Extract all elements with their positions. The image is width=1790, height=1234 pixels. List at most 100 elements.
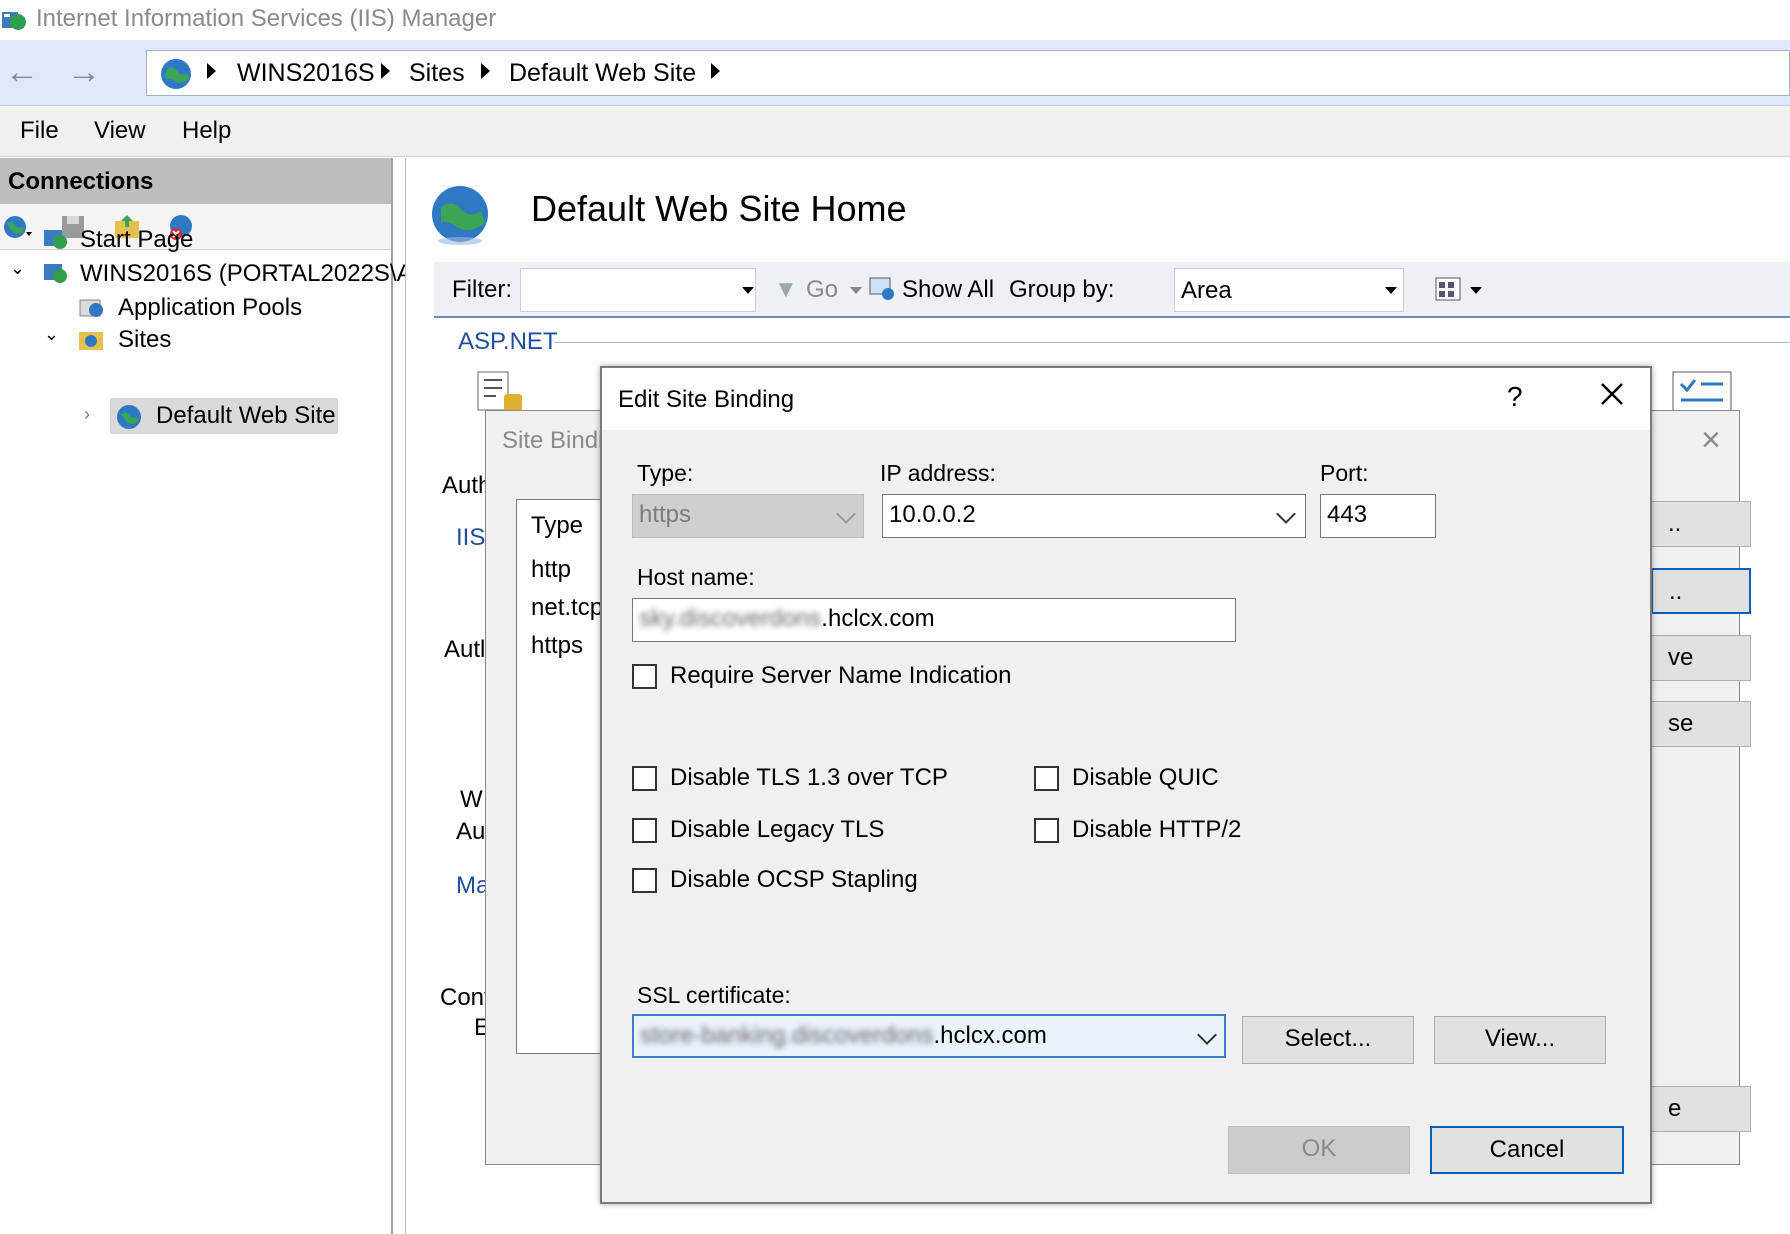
ssl-certificate-select[interactable]: store-banking.discoverdons.hclcx.com [632, 1014, 1226, 1058]
start-page-icon [44, 230, 67, 249]
tree-item-default-web-site[interactable]: Default Web Site [156, 402, 336, 430]
button-label-fragment: e [1668, 1095, 1682, 1122]
chevron-down-icon [1276, 504, 1296, 524]
menu-help[interactable]: Help [182, 117, 231, 145]
dropdown-arrow-icon[interactable] [1470, 287, 1482, 294]
breadcrumb-sites[interactable]: Sites [409, 59, 465, 88]
arrow-right-icon: → [67, 53, 101, 91]
disable-tls13-label[interactable]: Disable TLS 1.3 over TCP [670, 764, 948, 792]
redacted-text: store-banking.discoverdons [640, 1022, 934, 1049]
port-label: Port: [1320, 460, 1369, 486]
close-icon[interactable] [1592, 374, 1632, 414]
edit-button[interactable]: .. [1651, 568, 1751, 614]
dialog-title: Edit Site Binding [618, 386, 795, 413]
require-sni-label[interactable]: Require Server Name Indication [670, 662, 1012, 690]
view-icon[interactable] [1434, 274, 1464, 304]
filter-label: Filter: [452, 276, 512, 303]
type-label: Type: [637, 460, 694, 486]
button-label-fragment: ve [1668, 644, 1694, 671]
ssl-certificate-label: SSL certificate: [637, 982, 791, 1008]
breadcrumb-server[interactable]: WINS2016S [237, 59, 375, 88]
add-button[interactable]: .. [1651, 501, 1751, 547]
breadcrumb-default-web-site[interactable]: Default Web Site [509, 59, 696, 88]
feature-label-fragment: Autl [444, 636, 486, 663]
connect-icon[interactable] [2, 212, 32, 242]
help-icon[interactable]: ? [1507, 381, 1523, 413]
title-bar: Internet Information Services (IIS) Mana… [0, 0, 1790, 40]
list-item[interactable]: http [531, 556, 571, 584]
edit-site-binding-dialog: Edit Site Binding ? Type: https IP addre… [600, 366, 1652, 1204]
browse-button[interactable]: se [1651, 701, 1751, 747]
forward-button[interactable]: → [62, 52, 106, 96]
remove-button[interactable]: ve [1651, 635, 1751, 681]
list-item[interactable]: net.tcp [531, 594, 603, 622]
group-by-select[interactable]: Area [1174, 268, 1404, 312]
redacted-text: sky.discoverdons [639, 605, 822, 632]
funnel-icon: ▼ [774, 276, 798, 303]
type-select[interactable]: https [632, 494, 864, 538]
menu-file[interactable]: File [20, 117, 59, 145]
breadcrumb-separator[interactable] [207, 63, 216, 79]
ip-address-select[interactable]: 10.0.0.2 [882, 494, 1306, 538]
show-all-button[interactable]: Show All [902, 276, 994, 304]
breadcrumb[interactable]: WINS2016S Sites Default Web Site [146, 50, 1790, 96]
ip-address-label: IP address: [880, 460, 996, 486]
disable-legacy-tls-checkbox[interactable] [632, 818, 657, 843]
chevron-right-icon[interactable]: › [84, 404, 90, 425]
go-button[interactable]: Go [806, 276, 838, 304]
website-globe-icon [432, 186, 488, 245]
section-fragment: IIS [456, 524, 486, 551]
chevron-down-icon[interactable]: ⌄ [10, 258, 25, 279]
tree-item-server[interactable]: WINS2016S (PORTAL2022S\Ad [80, 260, 426, 288]
ssl-certificate-value: .hclcx.com [933, 1022, 1047, 1049]
back-button[interactable]: ← [0, 52, 44, 96]
connections-pane: Connections Start Page ⌄ WINS2016S (PORT… [0, 158, 426, 1234]
menu-view[interactable]: View [94, 117, 146, 145]
filter-input[interactable] [520, 268, 756, 312]
breadcrumb-separator[interactable] [381, 63, 390, 79]
disable-quic-checkbox[interactable] [1034, 766, 1059, 791]
disable-quic-label[interactable]: Disable QUIC [1072, 764, 1219, 792]
website-globe-icon [117, 405, 141, 429]
breadcrumb-separator[interactable] [711, 63, 720, 79]
globe-icon [161, 59, 191, 89]
filter-bar: Filter: ▼ Go Show All Group by: Area [434, 262, 1790, 318]
list-item[interactable]: https [531, 632, 583, 660]
sites-folder-icon [79, 332, 103, 350]
port-input[interactable]: 443 [1320, 494, 1436, 538]
dropdown-arrow-icon[interactable] [742, 287, 754, 294]
section-aspnet: ASP.NET [458, 328, 558, 355]
application-pools-icon [79, 299, 103, 317]
disable-http2-checkbox[interactable] [1034, 818, 1059, 843]
arrow-left-icon: ← [5, 53, 39, 91]
host-name-input[interactable]: sky.discoverdons.hclcx.com [632, 598, 1236, 642]
select-certificate-button[interactable]: Select... [1242, 1016, 1414, 1064]
dropdown-arrow-icon[interactable] [850, 287, 862, 294]
chevron-down-icon [1197, 1025, 1217, 1045]
chevron-down-icon[interactable]: ⌄ [44, 324, 59, 345]
group-by-label: Group by: [1009, 276, 1115, 303]
disable-tls13-checkbox[interactable] [632, 766, 657, 791]
view-certificate-button[interactable]: View... [1434, 1016, 1606, 1064]
host-name-label: Host name: [637, 564, 755, 590]
cancel-button[interactable]: Cancel [1430, 1126, 1624, 1174]
tree-item-start-page[interactable]: Start Page [80, 226, 193, 254]
show-all-icon [869, 277, 894, 300]
disable-http2-label[interactable]: Disable HTTP/2 [1072, 816, 1241, 844]
close-button[interactable]: e [1651, 1086, 1751, 1132]
disable-legacy-tls-label[interactable]: Disable Legacy TLS [670, 816, 884, 844]
disable-ocsp-stapling-checkbox[interactable] [632, 868, 657, 893]
close-icon[interactable]: × [1701, 421, 1721, 460]
tree-item-application-pools[interactable]: Application Pools [118, 294, 302, 322]
address-bar: ← → WINS2016S Sites Default Web Site [0, 40, 1790, 106]
tree-item-sites[interactable]: Sites [118, 326, 171, 354]
require-sni-checkbox[interactable] [632, 664, 657, 689]
feature-icon[interactable] [1671, 370, 1733, 414]
ok-button[interactable]: OK [1228, 1126, 1410, 1174]
disable-ocsp-stapling-label[interactable]: Disable OCSP Stapling [670, 866, 918, 894]
chevron-down-icon [836, 504, 856, 524]
window-title: Internet Information Services (IIS) Mana… [36, 5, 497, 32]
dropdown-arrow-icon [1385, 287, 1397, 294]
breadcrumb-separator[interactable] [481, 63, 490, 79]
column-header-type[interactable]: Type [531, 512, 583, 540]
